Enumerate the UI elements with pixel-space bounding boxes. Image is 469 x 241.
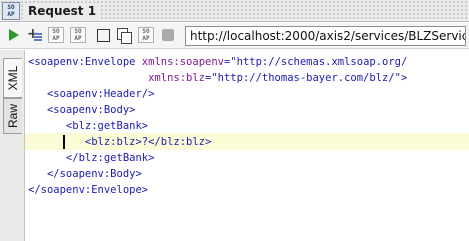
title-bar: SO AP Request 1: [0, 0, 469, 22]
create-mock-icon[interactable]: SO AP: [138, 27, 154, 43]
endpoint-url-field[interactable]: http://localhost:2000/axis2/services/BLZ…: [185, 26, 466, 46]
code-line: <blz:blz>?</blz:blz>: [28, 136, 212, 148]
tab-raw[interactable]: Raw: [3, 98, 22, 134]
tab-xml[interactable]: XML: [3, 58, 22, 98]
tab-raw-label: Raw: [6, 103, 20, 129]
run-request-icon[interactable]: [6, 27, 22, 43]
soap-request-icon: SO AP: [2, 2, 20, 20]
add-to-testcase-icon[interactable]: +: [27, 27, 43, 43]
code-line: xmlns:blz="http://thomas-bayer.com/blz/"…: [148, 72, 408, 84]
xml-editor[interactable]: <soapenv:Envelope xmlns:soapenv="http://…: [25, 50, 469, 241]
editor-tabstrip: XML Raw: [0, 50, 25, 241]
clone-request-icon[interactable]: [116, 27, 132, 44]
code-line: <blz:getBank>: [28, 120, 149, 132]
code-line: <soapenv:Header/>: [28, 88, 155, 100]
cancel-request-icon[interactable]: [160, 27, 176, 43]
create-empty-request-icon[interactable]: SO AP: [48, 27, 64, 43]
code-line: <soapenv:Body>: [28, 104, 136, 116]
window-title: Request 1: [24, 3, 101, 19]
code-line: </blz:getBank>: [28, 152, 155, 164]
text-caret: [63, 135, 65, 149]
code-line: </soapenv:Envelope>: [28, 184, 149, 196]
tab-xml-label: XML: [6, 65, 20, 91]
recreate-request-icon[interactable]: SO AP: [70, 27, 86, 43]
toolbar: + SO AP SO AP SO AP http://localhost:2000/a…: [0, 23, 469, 49]
code-line: <soapenv:Envelope xmlns:soapenv="http://…: [28, 56, 408, 68]
maximize-icon[interactable]: [95, 27, 111, 43]
code-line: </soapenv:Body>: [28, 168, 142, 180]
